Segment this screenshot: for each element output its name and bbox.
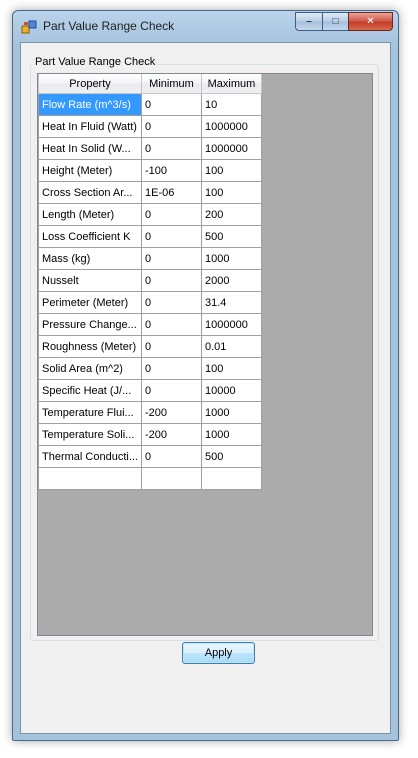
property-cell[interactable]: Length (Meter)	[38, 203, 142, 226]
property-cell[interactable]: Heat In Fluid (Watt)	[38, 115, 142, 138]
table-row[interactable]: Loss Coefficient K 0 500	[38, 225, 262, 248]
table-row[interactable]: Pressure Change... 0 1000000	[38, 313, 262, 336]
caption-buttons: – □ ✕	[295, 12, 393, 32]
table-row[interactable]	[38, 467, 262, 490]
maximum-cell[interactable]: 500	[200, 225, 262, 248]
maximum-cell[interactable]: 2000	[200, 269, 262, 292]
minimum-cell[interactable]: -200	[140, 423, 202, 446]
table-row[interactable]: Roughness (Meter) 0 0.01	[38, 335, 262, 358]
table-row[interactable]: Heat In Solid (W... 0 1000000	[38, 137, 262, 160]
minimize-button[interactable]: –	[295, 12, 322, 31]
property-cell[interactable]: Temperature Flui...	[38, 401, 142, 424]
maximize-icon: □	[332, 16, 339, 27]
property-cell[interactable]: Loss Coefficient K	[38, 225, 142, 248]
table-row[interactable]: Length (Meter) 0 200	[38, 203, 262, 226]
minimum-cell[interactable]: -100	[140, 159, 202, 182]
minimum-cell[interactable]: 0	[140, 137, 202, 160]
property-cell[interactable]: Cross Section Ar...	[38, 181, 142, 204]
property-cell[interactable]: Height (Meter)	[38, 159, 142, 182]
maximum-cell[interactable]: 0.01	[200, 335, 262, 358]
minimum-cell[interactable]: 0	[140, 313, 202, 336]
minimum-cell[interactable]: 0	[140, 93, 202, 116]
window-title: Part Value Range Check	[43, 19, 175, 33]
apply-button[interactable]: Apply	[182, 642, 255, 664]
maximum-cell[interactable]: 1000000	[200, 137, 262, 160]
app-icon[interactable]	[21, 19, 37, 35]
minimum-cell[interactable]: 0	[140, 357, 202, 380]
close-button[interactable]: ✕	[348, 12, 393, 31]
table-row[interactable]: Cross Section Ar... 1E-06 100	[38, 181, 262, 204]
minimum-cell[interactable]: 0	[140, 335, 202, 358]
table-row[interactable]: Solid Area (m^2) 0 100	[38, 357, 262, 380]
close-icon: ✕	[366, 16, 375, 27]
property-cell[interactable]: Thermal Conducti...	[38, 445, 142, 468]
minimum-cell[interactable]: 0	[140, 247, 202, 270]
maximum-cell[interactable]: 1000	[200, 247, 262, 270]
property-cell[interactable]: Mass (kg)	[38, 247, 142, 270]
minimum-cell[interactable]: 0	[140, 115, 202, 138]
property-cell[interactable]: Perimeter (Meter)	[38, 291, 142, 314]
table-row[interactable]: Height (Meter) -100 100	[38, 159, 262, 182]
property-cell[interactable]: Specific Heat (J/...	[38, 379, 142, 402]
minimum-cell[interactable]: 0	[140, 203, 202, 226]
table-row[interactable]: Thermal Conducti... 0 500	[38, 445, 262, 468]
property-cell[interactable]: Solid Area (m^2)	[38, 357, 142, 380]
property-cell[interactable]: Flow Rate (m^3/s)	[38, 93, 142, 116]
maximum-cell[interactable]: 100	[200, 159, 262, 182]
maximum-cell[interactable]: 1000	[200, 401, 262, 424]
maximum-cell[interactable]: 10	[200, 93, 262, 116]
table-row[interactable]: Temperature Soli... -200 1000	[38, 423, 262, 446]
maximum-cell[interactable]: 500	[200, 445, 262, 468]
property-cell[interactable]: Roughness (Meter)	[38, 335, 142, 358]
minimum-cell[interactable]: 0	[140, 379, 202, 402]
maximum-cell[interactable]	[200, 467, 262, 490]
table-row[interactable]: Perimeter (Meter) 0 31.4	[38, 291, 262, 314]
minimum-cell[interactable]: 1E-06	[140, 181, 202, 204]
maximum-cell[interactable]: 100	[200, 181, 262, 204]
table-row[interactable]: Flow Rate (m^3/s) 0 10	[38, 93, 262, 116]
minimum-cell[interactable]: 0	[140, 225, 202, 248]
title-bar[interactable]: Part Value Range Check – □ ✕	[13, 11, 398, 42]
maximum-cell[interactable]: 31.4	[200, 291, 262, 314]
property-cell[interactable]: Nusselt	[38, 269, 142, 292]
column-header-maximum[interactable]: Maximum	[200, 74, 262, 94]
main-window: Part Value Range Check – □ ✕ Part Value …	[12, 10, 399, 741]
property-cell[interactable]	[38, 467, 142, 490]
maximum-cell[interactable]: 1000000	[200, 115, 262, 138]
column-header-minimum[interactable]: Minimum	[140, 74, 202, 94]
maximize-button[interactable]: □	[322, 12, 348, 31]
data-grid[interactable]: Property Minimum Maximum Flow Rate (m^3/…	[37, 73, 373, 636]
maximum-cell[interactable]: 1000000	[200, 313, 262, 336]
minimize-icon: –	[306, 16, 312, 27]
minimum-cell[interactable]: 0	[140, 269, 202, 292]
maximum-cell[interactable]: 1000	[200, 423, 262, 446]
property-cell[interactable]: Heat In Solid (W...	[38, 137, 142, 160]
group-legend: Part Value Range Check	[33, 56, 158, 68]
maximum-cell[interactable]: 100	[200, 357, 262, 380]
range-table: Property Minimum Maximum Flow Rate (m^3/…	[38, 74, 262, 490]
table-row[interactable]: Temperature Flui... -200 1000	[38, 401, 262, 424]
minimum-cell[interactable]: 0	[140, 445, 202, 468]
maximum-cell[interactable]: 10000	[200, 379, 262, 402]
table-row[interactable]: Specific Heat (J/... 0 10000	[38, 379, 262, 402]
grid-body: Flow Rate (m^3/s) 0 10 Heat In Fluid (Watt)…	[38, 93, 262, 490]
property-cell[interactable]: Temperature Soli...	[38, 423, 142, 446]
minimum-cell[interactable]: -200	[140, 401, 202, 424]
minimum-cell[interactable]	[140, 467, 202, 490]
minimum-cell[interactable]: 0	[140, 291, 202, 314]
maximum-cell[interactable]: 200	[200, 203, 262, 226]
client-area: Part Value Range Check Property Minimum …	[20, 42, 391, 734]
table-row[interactable]: Nusselt 0 2000	[38, 269, 262, 292]
column-header-property[interactable]: Property	[38, 74, 142, 94]
table-row[interactable]: Heat In Fluid (Watt) 0 1000000	[38, 115, 262, 138]
table-row[interactable]: Mass (kg) 0 1000	[38, 247, 262, 270]
header-row: Property Minimum Maximum	[38, 74, 262, 94]
property-cell[interactable]: Pressure Change...	[38, 313, 142, 336]
